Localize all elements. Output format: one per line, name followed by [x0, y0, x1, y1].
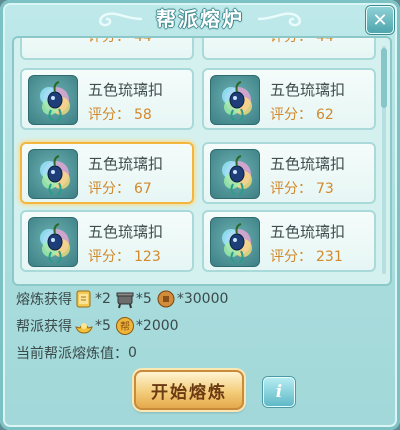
- score-label: 评分：: [270, 36, 312, 45]
- item-score: 评分： 123: [88, 246, 161, 266]
- reward-cauldron: *5: [115, 289, 152, 309]
- panel-title: 帮派熔炉: [156, 7, 244, 31]
- item-score: 评分： 58: [88, 104, 152, 124]
- item-icon-frame: [210, 149, 260, 199]
- item-card[interactable]: 五色琉璃扣评分： 58: [20, 68, 194, 130]
- glass-knot-icon: [222, 223, 252, 264]
- item-score: 评分： 44: [88, 36, 152, 46]
- score-label: 评分：: [88, 107, 130, 123]
- item-card[interactable]: 评分： 44: [20, 36, 194, 60]
- smelt-reward-row: 熔炼获得 *2 *5 *30000: [16, 289, 232, 309]
- item-name: 五色琉璃扣: [88, 81, 164, 99]
- item-name: 五色琉璃扣: [270, 155, 346, 173]
- item-card[interactable]: 五色琉璃扣评分： 231: [202, 210, 376, 272]
- svg-text:帮: 帮: [120, 321, 130, 333]
- copper-coin-icon: [157, 290, 175, 308]
- score-label: 评分：: [88, 249, 130, 265]
- item-card[interactable]: 五色琉璃扣评分： 67: [20, 142, 194, 204]
- glass-knot-icon: [40, 223, 70, 264]
- item-list[interactable]: 评分： 44 评分： 44 五色琉璃扣 评分： 58 五色琉璃扣 评分： 62 五色琉璃扣 评分： 67…: [12, 36, 392, 286]
- info-button[interactable]: i: [263, 377, 295, 407]
- item-icon-frame: [28, 217, 78, 267]
- cauldron-icon: [116, 292, 134, 309]
- item-name: 五色琉璃扣: [270, 81, 346, 99]
- score-label: 评分：: [88, 181, 130, 197]
- scrollbar-thumb[interactable]: [381, 48, 387, 108]
- item-score: 评分： 62: [270, 104, 334, 124]
- item-icon-frame: [28, 149, 78, 199]
- smelt-reward-label: 熔炼获得: [16, 292, 72, 308]
- gold-ingot-icon: [75, 323, 93, 334]
- item-card[interactable]: 五色琉璃扣评分： 123: [20, 210, 194, 272]
- score-label: 评分：: [270, 181, 312, 197]
- furnace-value-label: 当前帮派熔炼值：: [16, 346, 128, 362]
- item-icon-frame: [210, 217, 260, 267]
- score-value: 58: [134, 107, 152, 123]
- guild-reward-label: 帮派获得: [16, 319, 72, 335]
- item-score: 评分： 44: [270, 36, 334, 46]
- glass-knot-icon: [222, 155, 252, 196]
- close-icon: ✕: [372, 9, 388, 31]
- item-name: 五色琉璃扣: [88, 223, 164, 241]
- guild-coin-icon: 帮: [115, 317, 134, 335]
- item-icon-frame: [28, 75, 78, 125]
- reward-gold-ingot: *5: [74, 316, 111, 336]
- item-score: 评分： 67: [88, 178, 152, 198]
- score-value: 231: [316, 249, 343, 265]
- item-card[interactable]: 五色琉璃扣评分： 73: [202, 142, 376, 204]
- item-card[interactable]: 评分： 44: [202, 36, 376, 60]
- item-name: 五色琉璃扣: [88, 155, 164, 173]
- item-icon-frame: [210, 75, 260, 125]
- score-label: 评分：: [88, 36, 130, 45]
- score-label: 评分：: [270, 249, 312, 265]
- start-smelting-button[interactable]: 开始熔炼: [134, 370, 244, 410]
- glass-knot-icon: [222, 81, 252, 122]
- glass-knot-icon: [40, 155, 70, 196]
- score-value: 73: [316, 181, 334, 197]
- score-value: 62: [316, 107, 334, 123]
- reward-scroll: *2: [74, 289, 111, 309]
- close-button[interactable]: ✕: [366, 6, 394, 34]
- furnace-value: 0: [128, 345, 137, 361]
- item-card[interactable]: 五色琉璃扣评分： 62: [202, 68, 376, 130]
- reward-guild-coin: 帮 *2000: [115, 316, 179, 336]
- furnace-value-row: 当前帮派熔炼值： 0: [16, 343, 137, 363]
- scroll-icon: [76, 290, 91, 308]
- panel-header: 帮派熔炉 ✕: [0, 0, 400, 40]
- item-name: 五色琉璃扣: [270, 223, 346, 241]
- item-score: 评分： 73: [270, 178, 334, 198]
- item-score: 评分： 231: [270, 246, 343, 266]
- glass-knot-icon: [40, 81, 70, 122]
- score-value: 44: [134, 36, 152, 45]
- score-label: 评分：: [270, 107, 312, 123]
- score-value: 67: [134, 181, 152, 197]
- score-value: 44: [316, 36, 334, 45]
- guild-reward-row: 帮派获得 *5 帮 *2000: [16, 316, 183, 336]
- info-icon: i: [275, 382, 283, 402]
- score-value: 123: [134, 249, 161, 265]
- reward-copper-coin: *30000: [156, 289, 228, 309]
- guild-furnace-panel: 帮派熔炉 ✕ 评分： 44 评分： 44 五色琉璃扣 评分： 58 五色琉璃扣 评分： 62 五色琉…: [0, 0, 400, 430]
- right-swirl-ornament: [257, 12, 301, 27]
